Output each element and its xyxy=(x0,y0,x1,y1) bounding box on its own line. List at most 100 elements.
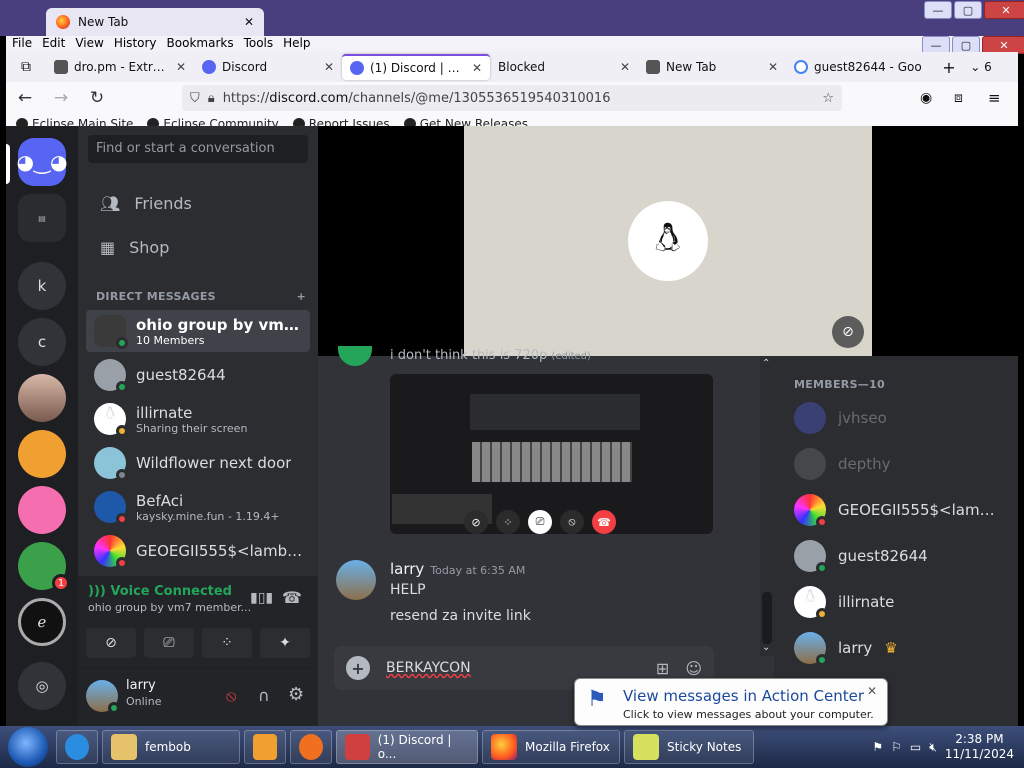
server-avatar-eclipse[interactable]: ℯ xyxy=(18,598,66,646)
menu-file[interactable]: File xyxy=(12,36,32,52)
server-c[interactable]: c xyxy=(18,318,66,366)
start-button[interactable] xyxy=(8,727,48,767)
action-center-notification[interactable]: ⚑ View messages in Action Center Click t… xyxy=(574,678,888,726)
headphones-icon[interactable]: ∩ xyxy=(258,686,270,705)
tab-discord[interactable]: Discord ✕ xyxy=(194,54,342,80)
mute-mic-icon[interactable]: ⦸ xyxy=(226,686,236,706)
url-bar[interactable]: ⛉ 🔒︎ https://discord.com/channels/@me/13… xyxy=(182,85,842,111)
emoji-icon[interactable]: ☺︎ xyxy=(685,659,702,678)
share-screen-button[interactable]: ⎚ xyxy=(144,628,194,658)
scroll-down-icon[interactable]: ⌄ xyxy=(762,642,770,653)
server-avatar-vegans[interactable]: 1 xyxy=(18,542,70,592)
dm-item-guest82644[interactable]: guest82644 xyxy=(86,354,310,396)
member-item[interactable]: GEOEGII555$<lambd... xyxy=(794,494,1014,528)
member-item[interactable]: larry ♛ xyxy=(794,632,1014,666)
close-icon[interactable]: ✕ xyxy=(620,60,630,74)
close-icon[interactable]: ✕ xyxy=(472,61,482,75)
forward-button[interactable]: → xyxy=(52,88,70,108)
star-icon[interactable]: ☆ xyxy=(822,91,834,106)
server-avatar-pink[interactable] xyxy=(18,486,66,534)
clock[interactable]: 2:38 PM 11/11/2024 xyxy=(945,732,1014,762)
menu-icon[interactable]: ≡ xyxy=(988,89,1001,107)
soundboard-button[interactable]: ✦ xyxy=(260,628,310,658)
volume-muted-icon[interactable]: 🔇︎ xyxy=(929,740,937,755)
minimize-button[interactable]: — xyxy=(924,1,952,19)
tab-new-tab[interactable]: New Tab ✕ xyxy=(638,54,786,80)
dm-item-geoegii[interactable]: GEOEGII555$<lambd... xyxy=(86,530,310,572)
member-item[interactable]: depthy xyxy=(794,448,1014,480)
hide-video-button[interactable]: ⊘ xyxy=(832,316,864,348)
message-input[interactable]: BERKAYCON xyxy=(386,660,471,676)
close-icon[interactable]: ✕ xyxy=(768,60,778,74)
dm-item-illirnate[interactable]: 🐧︎ illirnate Sharing their screen xyxy=(86,398,310,440)
tab-discord-ohio[interactable]: (1) Discord | ohio ✕ xyxy=(342,54,490,80)
server-avatar-fox[interactable] xyxy=(18,430,66,478)
close-icon[interactable]: ✕ xyxy=(324,60,334,74)
reload-button[interactable]: ↻ xyxy=(88,88,106,108)
upload-button[interactable]: + xyxy=(346,656,370,680)
taskbar-discord[interactable]: (1) Discord | o... xyxy=(336,730,478,764)
discover-button[interactable]: ◎ xyxy=(18,662,66,710)
back-button[interactable]: ← xyxy=(16,88,34,108)
outer-tab[interactable]: New Tab ✕ xyxy=(46,8,264,36)
screenshot-attachment[interactable]: ⊘ ⁘ ⎚ ⦸ ☎︎ xyxy=(390,374,713,534)
menu-help[interactable]: Help xyxy=(283,36,310,52)
extensions-icon[interactable]: ⧈ xyxy=(954,90,963,106)
scrollbar-thumb[interactable] xyxy=(762,592,772,644)
soundboard-icon[interactable]: ▮▯▮ xyxy=(250,590,273,606)
server-folder[interactable]: ▤ xyxy=(18,194,66,242)
taskbar-ie[interactable] xyxy=(56,730,98,764)
account-icon[interactable]: ◉ xyxy=(920,90,932,106)
member-item[interactable]: jvhseo xyxy=(794,402,1014,434)
user-avatar[interactable] xyxy=(336,560,376,600)
dm-item-befaci[interactable]: BefAci kaysky.mine.fun - 1.19.4+ xyxy=(86,486,310,528)
message-author[interactable]: larry Today at 6:35 AM xyxy=(390,560,525,578)
activities-button[interactable]: ⁘ xyxy=(202,628,252,658)
message-line: resend za invite link xyxy=(390,608,531,624)
close-button[interactable]: ✕ xyxy=(984,1,1024,19)
tab-google[interactable]: guest82644 - Goo xyxy=(786,54,934,80)
menu-history[interactable]: History xyxy=(114,36,157,52)
search-input[interactable]: Find or start a conversation xyxy=(88,135,308,163)
gift-icon[interactable]: ⊞ xyxy=(656,659,669,678)
scroll-up-icon[interactable]: ⌃ xyxy=(762,358,770,369)
tab-list-icon[interactable]: ⧉ xyxy=(6,59,46,75)
close-icon[interactable]: ✕ xyxy=(244,15,254,29)
tab-blocked[interactable]: Blocked ✕ xyxy=(490,54,638,80)
new-tab-button[interactable]: + xyxy=(934,58,964,77)
menu-edit[interactable]: Edit xyxy=(42,36,65,52)
member-item[interactable]: 🐧︎ illirnate xyxy=(794,586,1014,620)
dm-item-wildflower[interactable]: Wildflower next door xyxy=(86,442,310,484)
taskbar-media-player[interactable] xyxy=(244,730,286,764)
server-avatar-portrait[interactable] xyxy=(18,374,66,422)
server-k[interactable]: k xyxy=(18,262,66,310)
voice-channel[interactable]: ohio group by vm7 member... xyxy=(88,601,251,614)
tab-count[interactable]: ⌄ 6 xyxy=(964,60,998,74)
dm-item-ohio-group[interactable]: ohio group by vm7 me...10 Members xyxy=(86,310,310,352)
taskbar-firefox[interactable]: Mozilla Firefox xyxy=(482,730,620,764)
gear-icon[interactable]: ⚙︎ xyxy=(288,684,304,705)
camera-off-button[interactable]: ⊘ xyxy=(86,628,136,658)
maximize-button[interactable]: ▢ xyxy=(954,1,982,19)
menu-view[interactable]: View xyxy=(75,36,103,52)
monitor-icon[interactable]: ▭ xyxy=(910,740,921,754)
taskbar-app[interactable] xyxy=(290,730,332,764)
user-avatar[interactable] xyxy=(86,680,120,714)
disconnect-icon[interactable]: ☎︎ xyxy=(282,588,302,607)
taskbar-explorer[interactable]: fembob xyxy=(102,730,240,764)
discord-home-button[interactable]: ◕‿◕ xyxy=(17,138,68,186)
shop-link[interactable]: ▦ Shop xyxy=(86,226,310,268)
notification-title[interactable]: View messages in Action Center xyxy=(623,687,864,705)
member-item[interactable]: guest82644 xyxy=(794,540,1014,574)
menu-tools[interactable]: Tools xyxy=(244,36,274,52)
menu-bookmarks[interactable]: Bookmarks xyxy=(167,36,234,52)
flag-icon[interactable]: ⚐ xyxy=(891,740,902,754)
tab-dro-pm[interactable]: dro.pm - Extreme ✕ xyxy=(46,54,194,80)
taskbar-sticky-notes[interactable]: Sticky Notes xyxy=(624,730,754,764)
scrollbar[interactable]: ⌃ ⌄ xyxy=(760,356,774,656)
close-icon[interactable]: ✕ xyxy=(867,684,877,698)
friends-link[interactable]: 👥︎ Friends xyxy=(86,182,310,224)
close-icon[interactable]: ✕ xyxy=(176,60,186,74)
add-dm-button[interactable]: + xyxy=(296,290,306,303)
network-icon[interactable]: ⚑ xyxy=(872,740,883,754)
